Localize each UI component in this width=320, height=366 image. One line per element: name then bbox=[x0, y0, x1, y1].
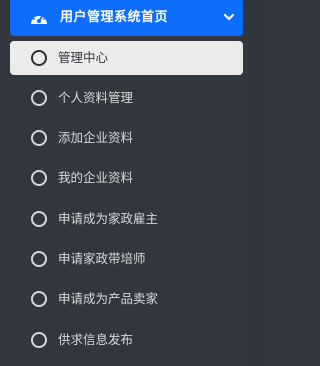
circle-icon bbox=[31, 211, 47, 227]
circle-icon bbox=[31, 332, 47, 348]
sidebar-item-apply-trainer[interactable]: 申请家政带培师 bbox=[10, 242, 243, 276]
sidebar-item-label: 申请成为产品卖家 bbox=[58, 291, 159, 306]
sidebar-item-label: 申请成为家政雇主 bbox=[58, 211, 159, 226]
sidebar-item-apply-employer[interactable]: 申请成为家政雇主 bbox=[10, 202, 243, 236]
sidebar-item-apply-seller[interactable]: 申请成为产品卖家 bbox=[10, 282, 243, 316]
scrollbar-track[interactable] bbox=[252, 0, 260, 366]
sidebar-item-label: 添加企业资料 bbox=[58, 130, 134, 145]
circle-icon bbox=[31, 130, 47, 146]
sidebar-item-label: 申请家政带培师 bbox=[58, 251, 146, 266]
sidebar-item-label: 个人资料管理 bbox=[58, 90, 134, 105]
circle-icon bbox=[31, 251, 47, 267]
sidebar-item-my-company-info[interactable]: 我的企业资料 bbox=[10, 161, 243, 195]
sidebar-item-label: 供求信息发布 bbox=[58, 332, 134, 347]
sidebar-header-menu[interactable]: 用户管理系统首页 bbox=[10, 0, 243, 36]
sidebar-item-supply-demand-post[interactable]: 供求信息发布 bbox=[10, 323, 243, 357]
circle-icon bbox=[31, 291, 47, 307]
sidebar-item-admin-center[interactable]: 管理中心 bbox=[10, 41, 243, 75]
sidebar: 用户管理系统首页 管理中心 个人资料管理 添加企业资料 我的企业资料 申请成为家… bbox=[0, 0, 260, 366]
dashboard-gauge-icon bbox=[31, 13, 47, 24]
sidebar-item-profile-management[interactable]: 个人资料管理 bbox=[10, 81, 243, 115]
circle-icon bbox=[31, 50, 47, 66]
circle-icon bbox=[31, 170, 47, 186]
circle-icon bbox=[31, 90, 47, 106]
sidebar-item-label: 管理中心 bbox=[58, 50, 109, 65]
sidebar-header-title: 用户管理系统首页 bbox=[60, 10, 169, 25]
sidebar-item-label: 我的企业资料 bbox=[58, 170, 134, 185]
sidebar-item-add-company-info[interactable]: 添加企业资料 bbox=[10, 121, 243, 155]
chevron-down-icon[interactable] bbox=[223, 12, 235, 22]
